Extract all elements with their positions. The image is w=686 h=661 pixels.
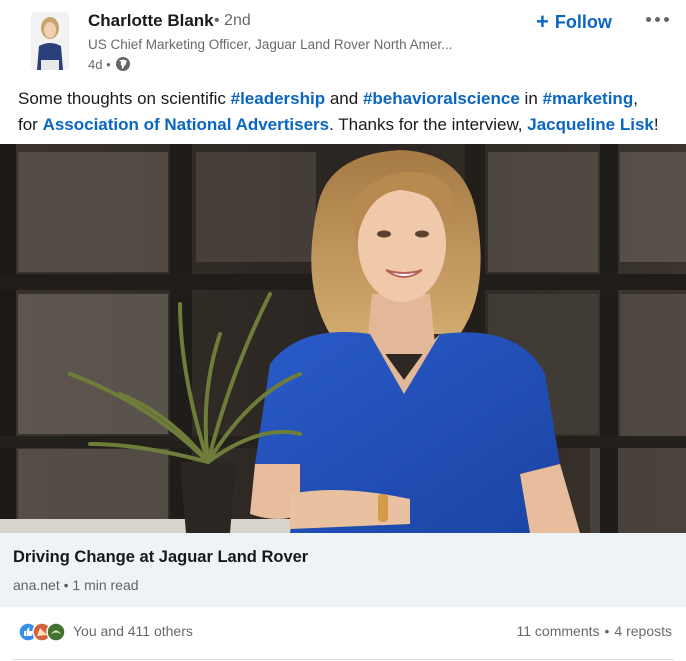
post-meta: 4d • [88,56,131,72]
author-headline[interactable]: US Chief Marketing Officer, Jaguar Land … [88,37,452,52]
commentary-text: for [18,115,43,134]
article-read-time: • 1 min read [59,577,139,593]
commentary-line-2: for Association of National Advertisers.… [18,112,678,138]
reposts-count[interactable]: 4 reposts [614,623,672,639]
follow-label: Follow [554,11,612,32]
article-source: ana.net [13,577,60,593]
hashtag-leadership[interactable]: #leadership [231,89,326,108]
mention-ana[interactable]: Association of National Advertisers [43,115,330,134]
divider [12,659,674,660]
article-title[interactable]: Driving Change at Jaguar Land Rover [13,548,308,567]
commentary-text: . Thanks for the interview, [329,115,528,134]
plus-icon: + [536,9,549,34]
hashtag-behavioralscience[interactable]: #behavioralscience [363,89,520,108]
comments-count[interactable]: 11 comments [517,623,600,639]
commentary-text: , [633,89,638,108]
follow-button[interactable]: + Follow [536,8,612,36]
globe-icon [115,56,131,72]
count-separator: • [604,623,610,639]
commentary-text: Some thoughts on scientific [18,89,231,108]
author-name[interactable]: Charlotte Blank [88,11,214,31]
mention-jacqueline-lisk[interactable]: Jacqueline Lisk [527,115,654,134]
commentary-line-1: Some thoughts on scientific #leadership … [18,86,678,112]
article-link-card[interactable]: Driving Change at Jaguar Land Rover ana.… [0,533,686,607]
post-time: 4d • [88,56,111,72]
hashtag-marketing[interactable]: #marketing [543,89,634,108]
commentary-text: and [325,89,363,108]
post-commentary: Some thoughts on scientific #leadership … [18,86,678,138]
post-header: Charlotte Blank • 2nd US Chief Marketing… [0,0,686,80]
article-image[interactable] [0,144,686,533]
social-counts-bar: You and 411 others 11 comments • 4 repos… [0,607,686,661]
commentary-text: in [519,89,543,108]
article-source-line: ana.net • 1 min read [13,577,139,593]
reactions-count[interactable]: You and 411 others [73,623,193,639]
commentary-text: ! [653,115,659,134]
author-avatar[interactable] [31,12,69,70]
connection-degree: • 2nd [214,12,251,29]
engagement-counts: 11 comments • 4 reposts [517,623,673,639]
more-options-icon[interactable] [640,7,674,31]
reaction-icons[interactable] [18,622,70,642]
